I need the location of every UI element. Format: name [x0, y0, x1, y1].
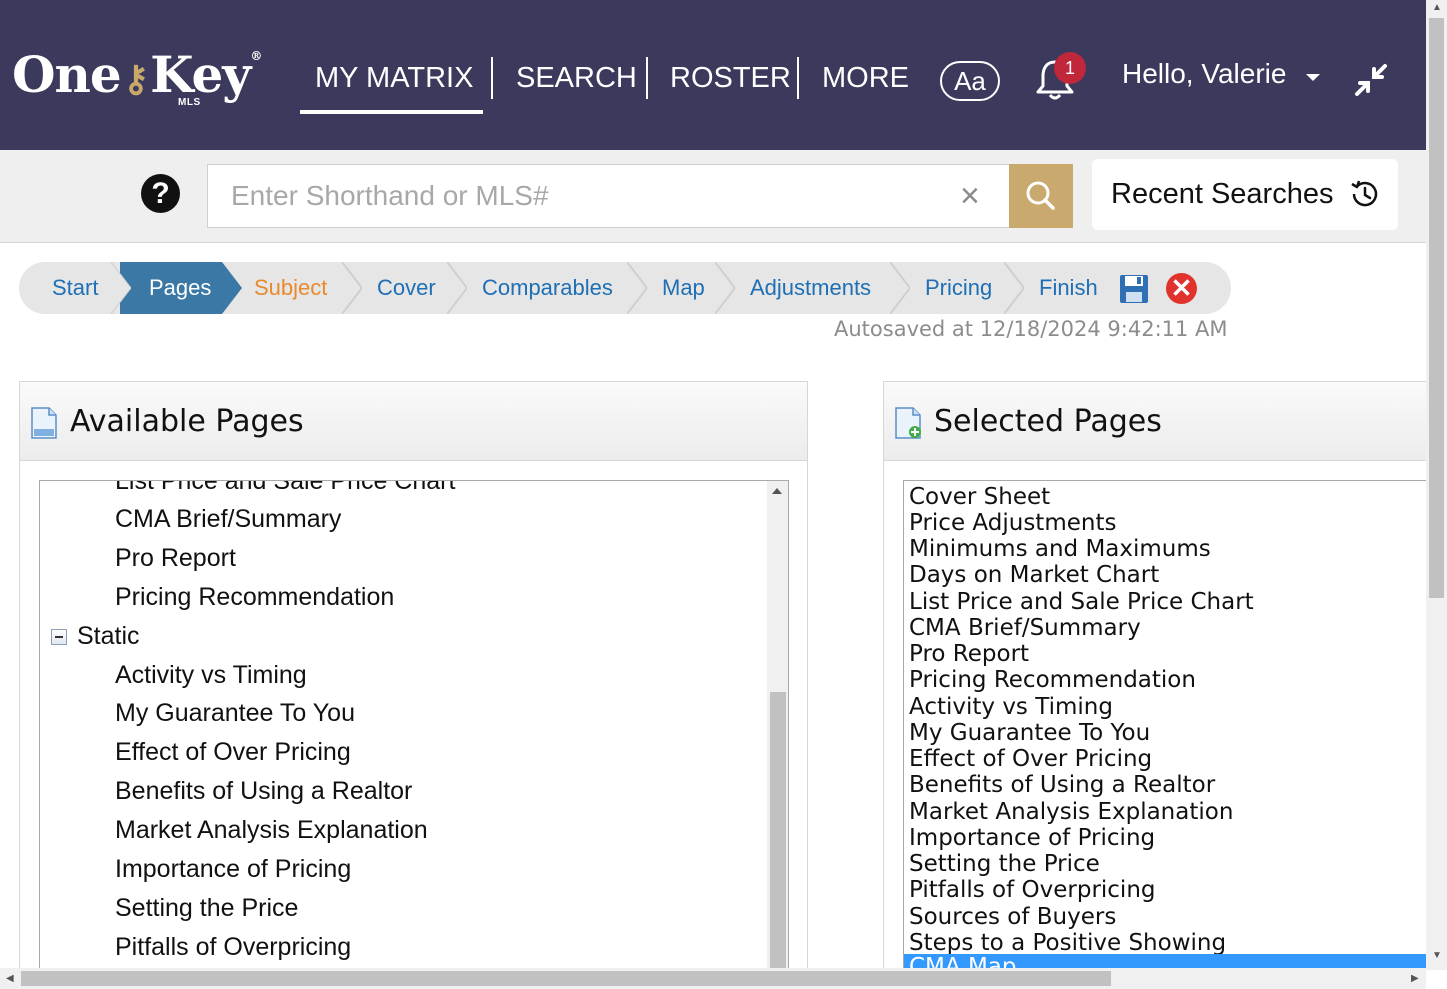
autosave-status: Autosaved at 12/18/2024 9:42:11 AM	[834, 317, 1228, 341]
group-static[interactable]: Static	[77, 622, 140, 651]
step-chevron	[890, 262, 910, 314]
list-item[interactable]: Cover Sheet	[909, 484, 1050, 510]
search-button[interactable]	[1009, 164, 1073, 228]
list-item[interactable]: Pricing Recommendation	[909, 667, 1196, 693]
step-chevron	[222, 262, 242, 314]
list-item[interactable]: Market Analysis Explanation	[909, 799, 1233, 825]
available-list-scroll-thumb[interactable]	[770, 692, 786, 969]
list-item[interactable]: Effect of Over Pricing	[115, 738, 351, 767]
list-item[interactable]: My Guarantee To You	[909, 720, 1150, 746]
recent-searches-label: Recent Searches	[1111, 178, 1334, 210]
list-item[interactable]: Setting the Price	[115, 894, 298, 923]
list-item[interactable]: Effect of Over Pricing	[909, 746, 1152, 772]
nav-divider	[646, 57, 648, 99]
notification-badge: 1	[1054, 52, 1086, 84]
step-start[interactable]: Start	[52, 262, 98, 314]
step-finish[interactable]: Finish	[1039, 262, 1098, 314]
list-item[interactable]: List Price and Sale Price Chart	[909, 589, 1254, 615]
list-item[interactable]: Steps to a Positive Showing	[909, 930, 1226, 956]
selected-pages-header: Selected Pages	[883, 381, 1426, 461]
step-pages[interactable]: Pages	[120, 262, 222, 314]
wizard-breadcrumb: Start Pages Subject Cover Comparables Ma…	[19, 262, 1231, 314]
nav-divider	[797, 57, 799, 99]
scroll-left-icon[interactable]: ◀	[6, 973, 14, 984]
step-chevron	[627, 262, 647, 314]
list-item[interactable]: Sources of Buyers	[909, 904, 1116, 930]
step-cover[interactable]: Cover	[377, 262, 436, 314]
page-horizontal-scroll-thumb[interactable]	[21, 971, 1111, 986]
available-pages-list[interactable]: List Price and Sale Price Chart CMA Brie…	[39, 480, 789, 970]
help-icon[interactable]: ?	[141, 174, 180, 213]
list-item[interactable]: Activity vs Timing	[115, 661, 307, 690]
user-menu[interactable]: Hello, Valerie	[1122, 58, 1286, 90]
collapse-icon[interactable]	[51, 629, 67, 645]
list-item[interactable]: Benefits of Using a Realtor	[909, 772, 1215, 798]
list-item[interactable]: Price Adjustments	[909, 510, 1116, 536]
nav-divider	[491, 57, 493, 99]
list-item[interactable]: Days on Market Chart	[909, 562, 1159, 588]
search-icon	[1026, 181, 1055, 210]
list-item[interactable]: My Guarantee To You	[115, 699, 355, 728]
step-adjustments[interactable]: Adjustments	[750, 262, 871, 314]
scroll-up-icon[interactable]	[772, 488, 782, 494]
step-comparables[interactable]: Comparables	[482, 262, 613, 314]
list-item[interactable]: Importance of Pricing	[909, 825, 1155, 851]
list-item[interactable]: List Price and Sale Price Chart	[115, 481, 455, 496]
step-chevron	[111, 262, 131, 314]
save-icon[interactable]	[1119, 274, 1149, 304]
font-size-button[interactable]: Aa	[940, 61, 1000, 101]
nav-my-matrix[interactable]: MY MATRIX	[315, 60, 473, 96]
step-chevron	[1004, 262, 1024, 314]
list-item[interactable]: Pro Report	[115, 544, 236, 573]
nav-more[interactable]: MORE	[822, 60, 909, 96]
list-item[interactable]: Pricing Recommendation	[115, 583, 394, 612]
step-pricing[interactable]: Pricing	[925, 262, 992, 314]
list-item[interactable]: Pitfalls of Overpricing	[115, 933, 351, 962]
chevron-down-icon[interactable]	[1306, 74, 1320, 81]
search-input[interactable]	[207, 164, 1010, 228]
list-item[interactable]: Importance of Pricing	[115, 855, 351, 884]
clear-icon[interactable]: ×	[960, 178, 980, 214]
available-pages-title: Available Pages	[70, 404, 304, 439]
nav-roster[interactable]: ROSTER	[670, 60, 791, 96]
selected-pages-title: Selected Pages	[934, 404, 1162, 439]
list-item[interactable]: CMA Brief/Summary	[115, 505, 341, 534]
scroll-up-icon[interactable]: ▲	[1432, 2, 1442, 13]
list-item[interactable]: Benefits of Using a Realtor	[115, 777, 412, 806]
list-item[interactable]: Setting the Price	[909, 851, 1100, 877]
nav-active-underline	[300, 110, 483, 114]
scroll-down-icon[interactable]: ▼	[1432, 950, 1442, 961]
nav-search[interactable]: SEARCH	[516, 60, 637, 96]
history-icon	[1351, 180, 1378, 207]
cancel-icon[interactable]: ✕	[1166, 273, 1197, 304]
step-chevron	[715, 262, 735, 314]
page-icon	[31, 407, 57, 439]
top-nav-bar: One⚷Key® MLS MY MATRIX SEARCH ROSTER MOR…	[0, 0, 1426, 150]
selected-pages-list[interactable]: Cover Sheet Price Adjustments Minimums a…	[903, 480, 1426, 970]
page-add-icon	[895, 407, 921, 439]
onekey-logo[interactable]: One⚷Key® MLS	[12, 50, 262, 108]
list-item[interactable]: Pitfalls of Overpricing	[909, 877, 1156, 903]
scroll-right-icon[interactable]: ▶	[1411, 973, 1419, 984]
list-item[interactable]: Pro Report	[909, 641, 1029, 667]
key-icon: ⚷	[122, 58, 149, 100]
list-item[interactable]: Activity vs Timing	[909, 694, 1113, 720]
compress-icon[interactable]	[1354, 63, 1388, 97]
step-subject[interactable]: Subject	[254, 262, 327, 314]
available-pages-header: Available Pages	[19, 381, 808, 461]
step-chevron	[342, 262, 362, 314]
step-map[interactable]: Map	[662, 262, 705, 314]
step-chevron	[447, 262, 467, 314]
list-item[interactable]: CMA Brief/Summary	[909, 615, 1141, 641]
list-item[interactable]: Market Analysis Explanation	[115, 816, 428, 845]
list-item[interactable]: Minimums and Maximums	[909, 536, 1211, 562]
page-vertical-scroll-thumb[interactable]	[1429, 18, 1444, 598]
